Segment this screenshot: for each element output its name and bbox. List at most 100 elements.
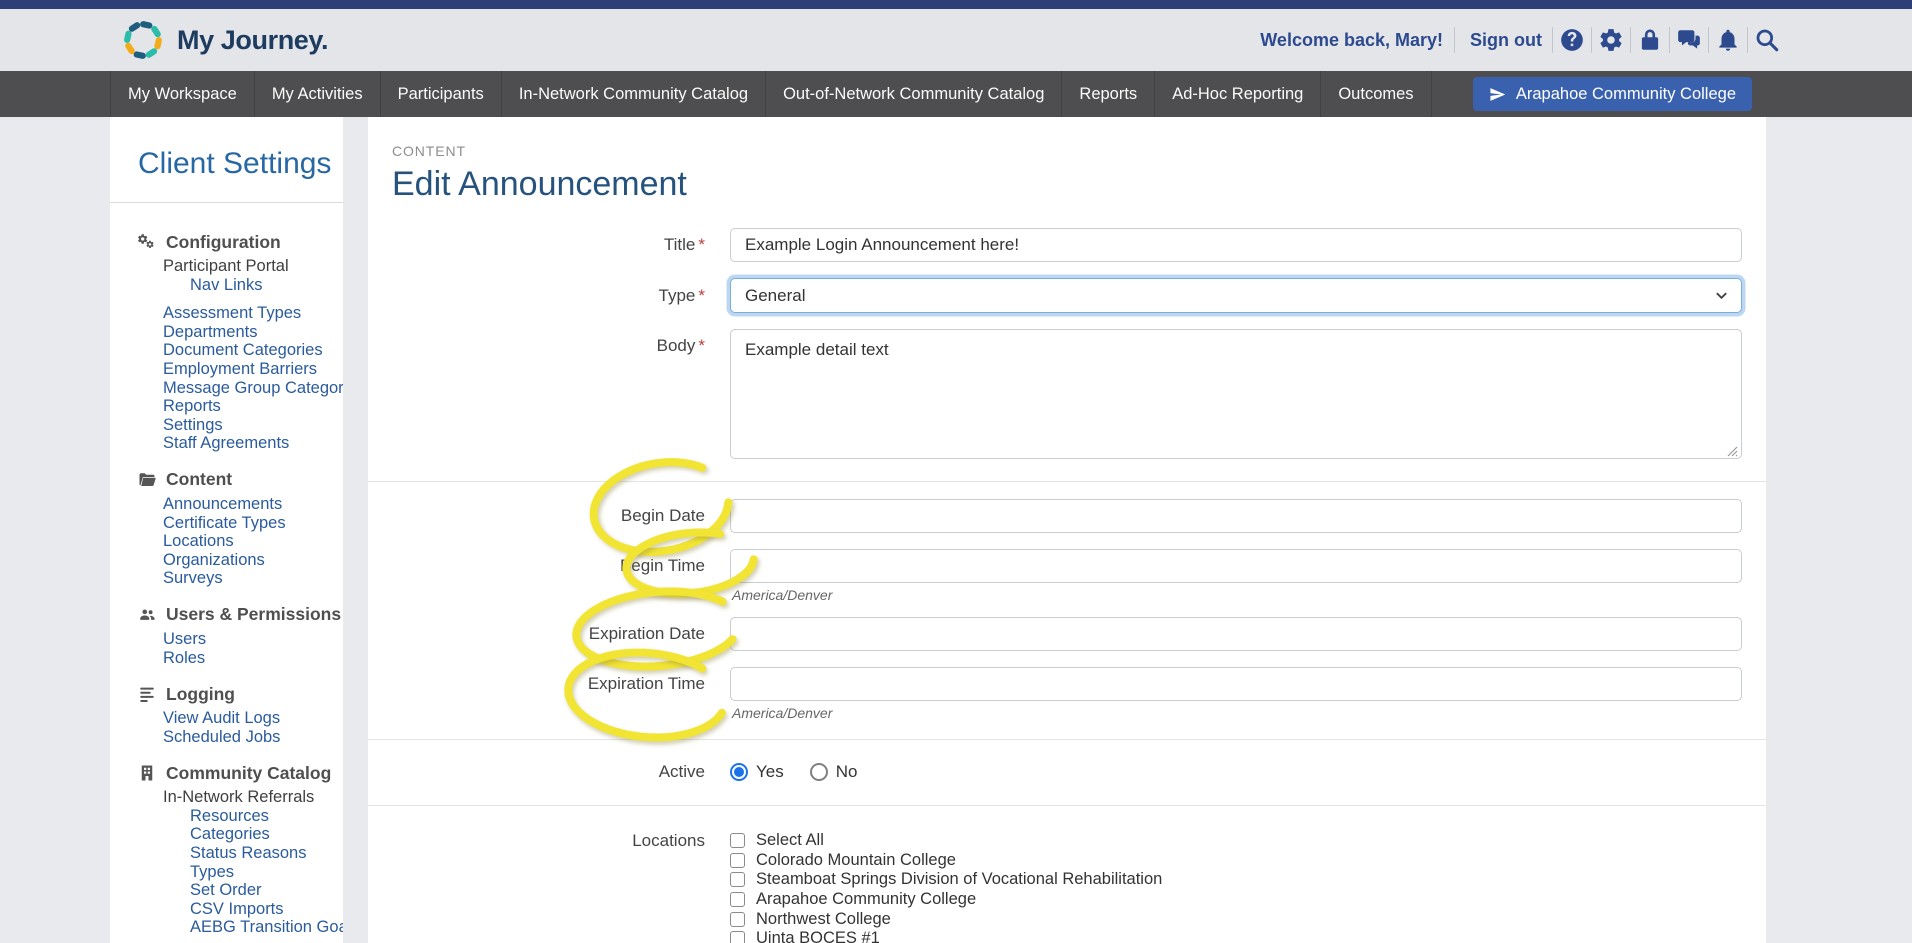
main-nav-items: My WorkspaceMy ActivitiesParticipantsIn-…: [110, 71, 1432, 117]
checkbox-label: Select All: [756, 831, 824, 850]
active-client-button[interactable]: Arapahoe Community College: [1473, 77, 1752, 111]
sidebar-link-document-categories[interactable]: Document Categories: [110, 341, 343, 360]
nav-item-outcomes[interactable]: Outcomes: [1320, 71, 1431, 117]
logo-wordmark: My Journey.: [177, 25, 328, 56]
active-radio-no[interactable]: No: [810, 762, 858, 782]
welcome-message: Welcome back, Mary!: [1260, 30, 1443, 51]
type-field-row: Type* General: [392, 278, 1742, 313]
title-input[interactable]: [730, 228, 1742, 262]
divider: [1591, 27, 1592, 53]
resize-handle[interactable]: [1727, 446, 1738, 457]
sidebar-link-csv-imports[interactable]: CSV Imports: [110, 900, 343, 919]
nav-item-ad-hoc-reporting[interactable]: Ad-Hoc Reporting: [1154, 71, 1320, 117]
nav-item-in-network-community-catalog[interactable]: In-Network Community Catalog: [501, 71, 765, 117]
sidebar-link-view-audit-logs[interactable]: View Audit Logs: [110, 709, 343, 728]
sidebar-link-roles[interactable]: Roles: [110, 649, 343, 668]
myjourney-logo-icon: [122, 19, 164, 61]
sidebar-link-assessment-types[interactable]: Assessment Types: [110, 304, 343, 323]
myjourney-app: My Journey. Welcome back, Mary! Sign out…: [0, 0, 1912, 943]
active-label: Active: [392, 762, 730, 782]
sidebar-section-logging: LoggingView Audit LogsScheduled Jobs: [110, 683, 343, 746]
required-marker: *: [698, 286, 705, 305]
search-icon[interactable]: [1754, 27, 1780, 53]
sidebar-link-message-group-categories[interactable]: Message Group Categories: [110, 379, 343, 398]
location-checkbox-arapahoe-community-college[interactable]: Arapahoe Community College: [730, 890, 1742, 910]
locations-label: Locations: [392, 831, 730, 851]
sidebar-section-header-content: Content: [110, 469, 343, 491]
sidebar-link-employment-barriers[interactable]: Employment Barriers: [110, 360, 343, 379]
app-header: My Journey. Welcome back, Mary! Sign out: [0, 9, 1912, 71]
myjourney-logo[interactable]: My Journey.: [122, 19, 328, 61]
begin-time-input[interactable]: [730, 549, 1742, 583]
type-select[interactable]: General: [730, 278, 1742, 313]
sidebar-link-settings[interactable]: Settings: [110, 416, 343, 435]
chevron-down-icon: [1714, 288, 1729, 303]
sidebar-section-label: Community Catalog: [166, 763, 331, 784]
type-select-value: General: [745, 286, 805, 306]
sidebar-section-label: Content: [166, 469, 232, 490]
radio-circle[interactable]: [810, 763, 828, 781]
expiration-time-input[interactable]: [730, 667, 1742, 701]
active-radio-yes[interactable]: Yes: [730, 762, 784, 782]
checkbox[interactable]: [730, 833, 745, 848]
sidebar-link-nav-links[interactable]: Nav Links: [110, 276, 343, 295]
sidebar-link-organizations[interactable]: Organizations: [110, 551, 343, 570]
location-checkbox-northwest-college[interactable]: Northwest College: [730, 909, 1742, 929]
sidebar-link-status-reasons[interactable]: Status Reasons: [110, 844, 343, 863]
expiration-date-input[interactable]: [730, 617, 1742, 651]
sidebar-link-surveys[interactable]: Surveys: [110, 569, 343, 588]
sidebar-section-header-users-permissions: Users & Permissions: [110, 604, 343, 626]
help-icon[interactable]: [1559, 27, 1585, 53]
body-textarea[interactable]: Example detail text: [730, 329, 1742, 459]
sidebar-section-label: Users & Permissions: [166, 604, 341, 625]
divider: [1552, 27, 1553, 53]
sidebar-link-aebg-transition-goals[interactable]: AEBG Transition Goals: [110, 918, 343, 937]
settings-gear-icon[interactable]: [1598, 27, 1624, 53]
sidebar-section-configuration: ConfigurationParticipant PortalNav Links…: [110, 231, 343, 453]
divider: [1669, 27, 1670, 53]
divider: [110, 202, 343, 203]
page-title: Edit Announcement: [392, 165, 1742, 204]
divider: [1708, 27, 1709, 53]
checkbox[interactable]: [730, 892, 745, 907]
sidebar-link-set-order[interactable]: Set Order: [110, 881, 343, 900]
sidebar-link-resources[interactable]: Resources: [110, 807, 343, 826]
begin-date-input[interactable]: [730, 499, 1742, 533]
nav-item-out-of-network-community-catalog[interactable]: Out-of-Network Community Catalog: [765, 71, 1061, 117]
checkbox[interactable]: [730, 912, 745, 927]
location-checkbox-uinta-boces-1[interactable]: Uinta BOCES #1: [730, 929, 1742, 943]
sidebar-link-reports[interactable]: Reports: [110, 397, 343, 416]
building-icon: [136, 763, 158, 783]
sign-out-link[interactable]: Sign out: [1470, 30, 1542, 51]
expiration-time-row: Expiration Time America/Denver: [392, 667, 1742, 701]
required-marker: *: [698, 336, 705, 355]
sidebar-link-departments[interactable]: Departments: [110, 323, 343, 342]
nav-item-reports[interactable]: Reports: [1061, 71, 1154, 117]
nav-item-my-workspace[interactable]: My Workspace: [110, 71, 254, 117]
notifications-bell-icon[interactable]: [1715, 27, 1741, 53]
sidebar-link-certificate-types[interactable]: Certificate Types: [110, 514, 343, 533]
nav-item-my-activities[interactable]: My Activities: [254, 71, 380, 117]
sidebar-link-users[interactable]: Users: [110, 630, 343, 649]
spacer: [110, 937, 343, 943]
sidebar-link-types[interactable]: Types: [110, 863, 343, 882]
users-icon: [136, 605, 158, 625]
checkbox[interactable]: [730, 872, 745, 887]
sidebar-link-announcements[interactable]: Announcements: [110, 495, 343, 514]
location-checkbox-colorado-mountain-college[interactable]: Colorado Mountain College: [730, 851, 1742, 871]
checkbox[interactable]: [730, 853, 745, 868]
location-checkbox-steamboat-springs-division-of-vocational-rehabilitation[interactable]: Steamboat Springs Division of Vocational…: [730, 870, 1742, 890]
messages-icon[interactable]: [1676, 27, 1702, 53]
radio-circle[interactable]: [730, 763, 748, 781]
divider: [1630, 27, 1631, 53]
sidebar-link-locations[interactable]: Locations: [110, 532, 343, 551]
sidebar-link-scheduled-jobs[interactable]: Scheduled Jobs: [110, 728, 343, 747]
timezone-hint: America/Denver: [732, 587, 832, 603]
location-checkbox-select-all[interactable]: Select All: [730, 831, 1742, 851]
checkbox[interactable]: [730, 931, 745, 943]
nav-item-participants[interactable]: Participants: [380, 71, 501, 117]
timezone-hint: America/Denver: [732, 705, 832, 721]
sidebar-link-staff-agreements[interactable]: Staff Agreements: [110, 434, 343, 453]
sidebar-link-categories[interactable]: Categories: [110, 825, 343, 844]
lock-icon[interactable]: [1637, 27, 1663, 53]
